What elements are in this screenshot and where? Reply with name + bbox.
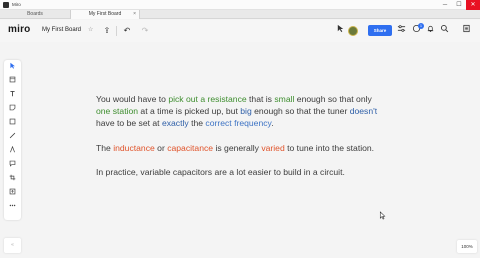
mouse-cursor-icon bbox=[379, 211, 386, 222]
search-icon[interactable] bbox=[437, 24, 451, 38]
crop-icon[interactable] bbox=[4, 174, 21, 186]
sticky-note-icon[interactable] bbox=[4, 104, 21, 116]
share-button[interactable]: Share bbox=[368, 25, 392, 36]
upload-icon[interactable]: ⇪ bbox=[100, 24, 114, 38]
paragraph-resistance: You would have to pick out a resistance … bbox=[96, 94, 378, 129]
paragraph-inductance: The inductance or capacitance is general… bbox=[96, 142, 375, 153]
tab-boards[interactable]: Boards bbox=[2, 10, 68, 19]
minimize-button[interactable]: ─ bbox=[438, 0, 452, 10]
redo-icon[interactable]: ↷ bbox=[138, 24, 152, 38]
board-toolbar: miro My First Board ☆ ⇪ ↶ ↷ Share 1 bbox=[0, 20, 480, 42]
collapse-toolbar-button[interactable]: « bbox=[4, 238, 21, 253]
app-icon bbox=[3, 1, 9, 8]
bell-icon[interactable] bbox=[423, 24, 437, 38]
select-icon[interactable] bbox=[4, 62, 21, 74]
undo-icon[interactable]: ↶ bbox=[120, 24, 134, 38]
avatar[interactable] bbox=[348, 26, 358, 36]
canvas-text-block[interactable]: You would have to pick out a resistance … bbox=[96, 93, 381, 190]
tab-bar: Boards My First Board × bbox=[0, 10, 480, 19]
pen-icon[interactable] bbox=[4, 145, 21, 158]
comment-icon[interactable] bbox=[4, 160, 21, 172]
maximize-button[interactable]: ☐ bbox=[452, 0, 466, 10]
close-button[interactable]: ✕ bbox=[466, 0, 480, 10]
miro-logo[interactable]: miro bbox=[8, 24, 30, 35]
shape-icon[interactable] bbox=[4, 118, 21, 130]
cursor-icon[interactable] bbox=[333, 24, 347, 38]
window-titlebar: Miro ─ ☐ ✕ bbox=[0, 0, 480, 10]
upload-icon[interactable] bbox=[4, 188, 21, 200]
tab-label: My First Board bbox=[88, 11, 122, 17]
tab-my-first-board[interactable]: My First Board × bbox=[70, 10, 140, 19]
frame-icon[interactable] bbox=[4, 76, 21, 88]
window-controls: ─ ☐ ✕ bbox=[438, 0, 480, 10]
board-name[interactable]: My First Board bbox=[42, 27, 81, 33]
line-icon[interactable] bbox=[4, 132, 21, 144]
settings-icon[interactable] bbox=[394, 24, 408, 38]
paragraph-capacitors: In practice, variable capacitors are a l… bbox=[96, 166, 345, 177]
app-name: Miro bbox=[12, 2, 21, 7]
left-toolbar bbox=[4, 60, 21, 220]
tab-label: Boards bbox=[27, 11, 43, 17]
star-icon[interactable]: ☆ bbox=[88, 26, 93, 33]
text-icon[interactable] bbox=[4, 90, 21, 102]
zoom-level[interactable]: 100% bbox=[457, 240, 477, 253]
panel-icon[interactable] bbox=[459, 24, 473, 38]
tab-close-icon[interactable]: × bbox=[133, 10, 136, 19]
divider bbox=[116, 26, 117, 36]
more-icon[interactable] bbox=[4, 202, 21, 214]
